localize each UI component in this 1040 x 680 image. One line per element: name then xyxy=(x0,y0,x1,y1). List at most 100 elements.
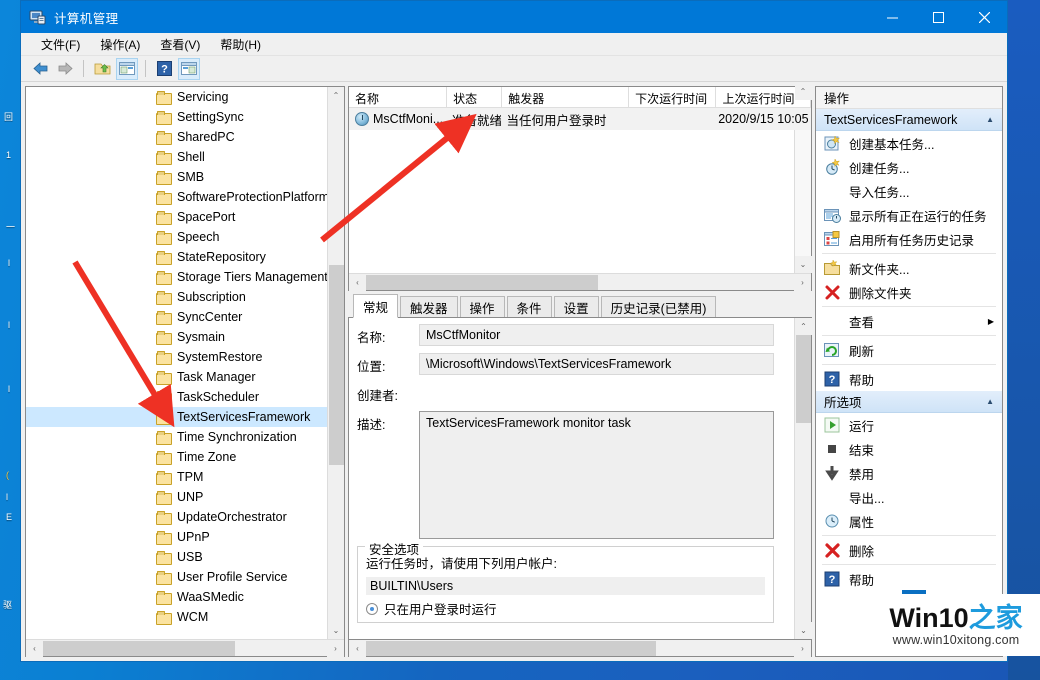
action-delete-folder[interactable]: 删除文件夹 xyxy=(816,280,1002,304)
tree-item-waasmedic[interactable]: WaaSMedic xyxy=(26,587,344,607)
collapse-caret-icon[interactable]: ▲ xyxy=(986,397,994,406)
show-console-tree-icon[interactable] xyxy=(116,58,138,80)
scroll-up-arrow[interactable]: ⌃ xyxy=(795,318,812,335)
tab-0[interactable]: 常规 xyxy=(353,294,398,318)
action-new-folder[interactable]: 新文件夹... xyxy=(816,256,1002,280)
tree-item-staterepository[interactable]: StateRepository xyxy=(26,247,344,267)
menu-file[interactable]: 文件(F) xyxy=(31,33,90,56)
tab-5[interactable]: 历史记录(已禁用) xyxy=(601,296,717,317)
action-export[interactable]: 导出... xyxy=(816,485,1002,509)
action-show-running-tasks[interactable]: 显示所有正在运行的任务 xyxy=(816,203,1002,227)
scroll-up-arrow[interactable]: ⌃ xyxy=(795,83,812,100)
actions-group-header-0[interactable]: TextServicesFramework▲ xyxy=(816,109,1002,131)
tree-item-speech[interactable]: Speech xyxy=(26,227,344,247)
tree-item-time-zone[interactable]: Time Zone xyxy=(26,447,344,467)
action-delete[interactable]: 删除 xyxy=(816,538,1002,562)
action-help-2[interactable]: ?帮助 xyxy=(816,567,1002,591)
tree-item-sysmain[interactable]: Sysmain xyxy=(26,327,344,347)
detail-vertical-scrollbar[interactable]: ⌃ ⌄ xyxy=(794,318,811,639)
submenu-arrow-icon[interactable]: ▶ xyxy=(988,317,994,326)
tree-item-spaceport[interactable]: SpacePort xyxy=(26,207,344,227)
tree-vertical-scrollbar[interactable]: ⌃ ⌄ xyxy=(327,87,344,639)
tree-item-textservicesframework[interactable]: TextServicesFramework xyxy=(26,407,344,427)
tree-item-taskscheduler[interactable]: TaskScheduler xyxy=(26,387,344,407)
scroll-left-arrow[interactable]: ‹ xyxy=(349,274,366,291)
tree-item-servicing[interactable]: Servicing xyxy=(26,87,344,107)
console-tree[interactable]: ServicingSettingSyncSharedPCShellSMBSoft… xyxy=(26,87,344,639)
table-row[interactable]: MsCtfMoni... 准备就绪 当任何用户登录时 2020/9/15 10:… xyxy=(349,108,811,130)
tree-item-tpm[interactable]: TPM xyxy=(26,467,344,487)
action-create-basic-task[interactable]: 创建基本任务... xyxy=(816,131,1002,155)
list-hscroll-thumb[interactable] xyxy=(366,275,598,290)
tab-3[interactable]: 条件 xyxy=(507,296,552,317)
action-view[interactable]: 查看▶ xyxy=(816,309,1002,333)
action-disable[interactable]: 禁用 xyxy=(816,461,1002,485)
tree-item-time-synchronization[interactable]: Time Synchronization xyxy=(26,427,344,447)
tree-item-user-profile-service[interactable]: User Profile Service xyxy=(26,567,344,587)
scroll-down-arrow[interactable]: ⌄ xyxy=(328,622,345,639)
tree-item-settingsync[interactable]: SettingSync xyxy=(26,107,344,127)
scroll-down-arrow[interactable]: ⌄ xyxy=(795,256,812,273)
scroll-right-arrow[interactable]: › xyxy=(794,640,811,657)
detail-scroll-thumb[interactable] xyxy=(796,335,811,423)
scroll-down-arrow[interactable]: ⌄ xyxy=(795,622,812,639)
task-list-vertical-scrollbar[interactable]: ⌃ ⌄ xyxy=(794,130,811,273)
tree-horizontal-scrollbar[interactable]: ‹ › xyxy=(26,639,344,656)
action-enable-all-history[interactable]: 启用所有任务历史记录 xyxy=(816,227,1002,251)
scroll-right-arrow[interactable]: › xyxy=(327,640,344,657)
scroll-left-arrow[interactable]: ‹ xyxy=(26,640,43,657)
up-folder-icon[interactable] xyxy=(91,58,113,80)
action-create-task[interactable]: 创建任务... xyxy=(816,155,1002,179)
tree-item-storage-tiers-management[interactable]: Storage Tiers Management xyxy=(26,267,344,287)
tree-item-task-manager[interactable]: Task Manager xyxy=(26,367,344,387)
action-refresh[interactable]: 刷新 xyxy=(816,338,1002,362)
action-help[interactable]: ?帮助 xyxy=(816,367,1002,391)
collapse-caret-icon[interactable]: ▲ xyxy=(986,115,994,124)
scroll-left-arrow[interactable]: ‹ xyxy=(349,640,366,657)
scroll-right-arrow[interactable]: › xyxy=(794,274,811,291)
tree-item-unp[interactable]: UNP xyxy=(26,487,344,507)
action-import-task[interactable]: 导入任务... xyxy=(816,179,1002,203)
tree-hscroll-thumb[interactable] xyxy=(43,641,235,656)
maximize-button[interactable] xyxy=(915,1,961,33)
tree-item-systemrestore[interactable]: SystemRestore xyxy=(26,347,344,367)
menu-action[interactable]: 操作(A) xyxy=(90,33,150,56)
tree-item-synccenter[interactable]: SyncCenter xyxy=(26,307,344,327)
action-run[interactable]: 运行 xyxy=(816,413,1002,437)
actions-group-header-1[interactable]: 所选项▲ xyxy=(816,391,1002,413)
run-only-when-logged-in-row[interactable]: 只在用户登录时运行 xyxy=(366,599,765,618)
tree-scroll-thumb[interactable] xyxy=(329,265,344,465)
tab-2[interactable]: 操作 xyxy=(460,296,505,317)
show-action-pane-icon[interactable] xyxy=(178,58,200,80)
tree-item-softwareprotectionplatform[interactable]: SoftwareProtectionPlatform xyxy=(26,187,344,207)
close-button[interactable] xyxy=(961,1,1007,33)
radio-icon[interactable] xyxy=(366,603,378,615)
tab-4[interactable]: 设置 xyxy=(554,296,599,317)
description-value[interactable]: TextServicesFramework monitor task xyxy=(419,411,774,539)
menu-help[interactable]: 帮助(H) xyxy=(210,33,271,56)
action-end[interactable]: 结束 xyxy=(816,437,1002,461)
column-header-next-run[interactable]: 下次运行时间 xyxy=(629,87,716,107)
column-header-trigger[interactable]: 触发器 xyxy=(502,87,629,107)
tree-item-wcm[interactable]: WCM xyxy=(26,607,344,627)
menu-view[interactable]: 查看(V) xyxy=(150,33,210,56)
detail-hscroll-thumb[interactable] xyxy=(366,641,656,656)
help-icon[interactable]: ? xyxy=(153,58,175,80)
detail-horizontal-scrollbar[interactable]: ‹ › xyxy=(348,640,812,657)
tree-item-subscription[interactable]: Subscription xyxy=(26,287,344,307)
tree-item-usb[interactable]: USB xyxy=(26,547,344,567)
tree-item-sharedpc[interactable]: SharedPC xyxy=(26,127,344,147)
action-properties[interactable]: 属性 xyxy=(816,509,1002,533)
column-header-status[interactable]: 状态 xyxy=(447,87,502,107)
task-list-horizontal-scrollbar[interactable]: ‹ › xyxy=(349,273,811,290)
scroll-up-arrow[interactable]: ⌃ xyxy=(328,87,345,104)
tree-item-shell[interactable]: Shell xyxy=(26,147,344,167)
column-header-name[interactable]: 名称 xyxy=(349,87,447,107)
back-arrow-icon[interactable] xyxy=(29,58,51,80)
tab-1[interactable]: 触发器 xyxy=(400,296,458,317)
tree-item-updateorchestrator[interactable]: UpdateOrchestrator xyxy=(26,507,344,527)
tree-item-smb[interactable]: SMB xyxy=(26,167,344,187)
tree-item-upnp[interactable]: UPnP xyxy=(26,527,344,547)
minimize-button[interactable] xyxy=(869,1,915,33)
forward-arrow-icon[interactable] xyxy=(54,58,76,80)
